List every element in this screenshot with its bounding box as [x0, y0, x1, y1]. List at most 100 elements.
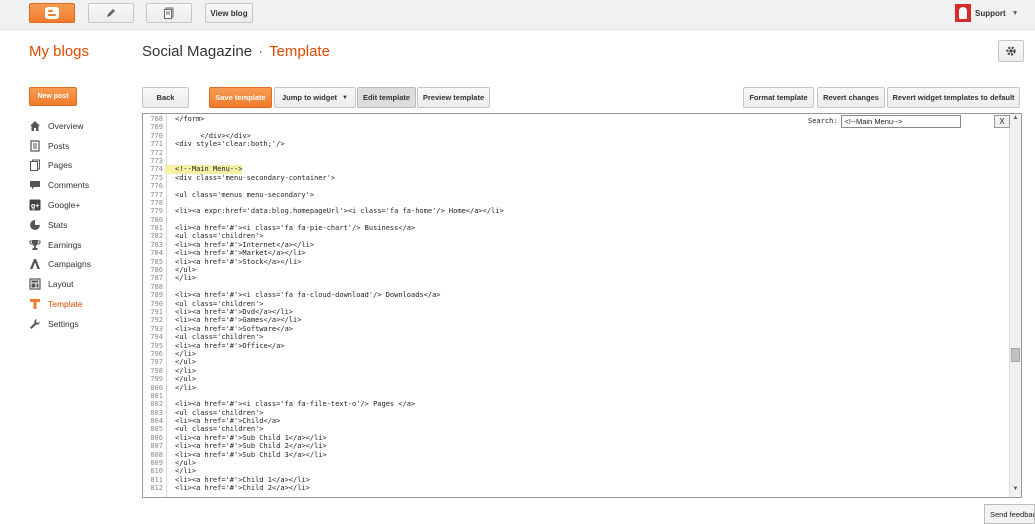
- code-line[interactable]: 789 <li><a href='#'><i class='fa fa-cloud…: [143, 291, 1009, 299]
- line-number: 783: [150, 240, 163, 249]
- account-menu[interactable]: Support ▼: [955, 4, 1019, 22]
- sidebar-item-settings[interactable]: Settings: [29, 314, 139, 334]
- line-text: </li>: [175, 349, 197, 358]
- line-text: <li><a href='#'>Market</a></li>: [175, 249, 306, 258]
- code-line[interactable]: 771 <div style='clear:both;'/>: [143, 140, 1009, 148]
- send-feedback-button[interactable]: Send feedback: [984, 504, 1035, 524]
- view-posts-quick-button[interactable]: [146, 3, 192, 23]
- code-line[interactable]: 801: [143, 392, 1009, 400]
- back-button[interactable]: Back: [142, 87, 189, 108]
- sidebar-item-earnings[interactable]: Earnings: [29, 235, 139, 255]
- search-close-button[interactable]: X: [994, 115, 1010, 128]
- sidebar-item-template[interactable]: Template: [29, 294, 139, 314]
- line-number: 774: [150, 165, 163, 174]
- scroll-up-icon[interactable]: ▲: [1010, 115, 1021, 125]
- edit-template-tab[interactable]: Edit template: [357, 87, 416, 108]
- code-line[interactable]: 798 </li>: [143, 367, 1009, 375]
- template-icon: [29, 298, 41, 310]
- revert-changes-button[interactable]: Revert changes: [817, 87, 885, 108]
- code-lines[interactable]: 768 </form> 769 770 </div></div> 771 <div sty…: [143, 115, 1009, 493]
- code-line[interactable]: 799 </ul>: [143, 375, 1009, 383]
- view-blog-button[interactable]: View blog: [205, 3, 253, 23]
- new-post-quick-button[interactable]: [88, 3, 134, 23]
- line-text: <li><a href='#'>Dvd</a></li>: [175, 307, 294, 316]
- code-line[interactable]: 778: [143, 199, 1009, 207]
- code-line[interactable]: 795 <li><a href='#'>Office</a>: [143, 342, 1009, 350]
- line-text: <li><a href='#'><i class='fa fa-file-tex…: [175, 400, 416, 409]
- code-line[interactable]: 788: [143, 283, 1009, 291]
- code-line[interactable]: 809 </ul>: [143, 459, 1009, 467]
- code-line[interactable]: 810 </li>: [143, 467, 1009, 475]
- sidebar-item-google-plus[interactable]: g+ Google+: [29, 195, 139, 215]
- sidebar-item-label: Stats: [48, 219, 68, 230]
- format-template-button[interactable]: Format template: [743, 87, 814, 108]
- settings-button[interactable]: [998, 40, 1024, 62]
- code-line[interactable]: 774 <!--Main Menu-->: [143, 165, 1009, 174]
- line-number: 809: [150, 459, 163, 468]
- code-line[interactable]: 770 </div></div>: [143, 132, 1009, 140]
- code-line[interactable]: 794 <ul class='children'>: [143, 333, 1009, 341]
- code-line[interactable]: 784 <li><a href='#'>Market</a></li>: [143, 249, 1009, 257]
- search-input[interactable]: <!--Main Menu-->: [840, 114, 961, 128]
- code-line[interactable]: 808 <li><a href='#'>Sub Child 3</a></li>: [143, 451, 1009, 459]
- code-line[interactable]: 791 <li><a href='#'>Dvd</a></li>: [143, 308, 1009, 316]
- sidebar-item-campaigns[interactable]: Campaigns: [29, 255, 139, 275]
- code-line[interactable]: 787 </li>: [143, 274, 1009, 282]
- line-text: </li>: [175, 366, 197, 375]
- line-number: 801: [150, 391, 163, 400]
- code-line[interactable]: 785 <li><a href='#'>Stock</a></li>: [143, 258, 1009, 266]
- line-number: 808: [150, 450, 163, 459]
- code-line[interactable]: 781 <li><a href='#'><i class='fa fa-pie-c…: [143, 224, 1009, 232]
- code-line[interactable]: 806 <li><a href='#'>Sub Child 1</a></li>: [143, 434, 1009, 442]
- caret-down-icon: ▼: [1011, 9, 1019, 17]
- code-line[interactable]: 790 <ul class='children'>: [143, 300, 1009, 308]
- code-line[interactable]: 780: [143, 216, 1009, 224]
- preview-template-tab[interactable]: Preview template: [417, 87, 490, 108]
- code-line[interactable]: 812 <li><a href='#'>Child 2</a></li>: [143, 484, 1009, 492]
- vertical-scrollbar[interactable]: ▲ ▼: [1009, 114, 1021, 497]
- code-line[interactable]: 783 <li><a href='#'>Internet</a></li>: [143, 241, 1009, 249]
- code-editor[interactable]: 768 </form> 769 770 </div></div> 771 <div sty…: [142, 113, 1022, 498]
- sidebar-item-stats[interactable]: Stats: [29, 215, 139, 235]
- sidebar-item-label: Template: [48, 299, 83, 310]
- line-number: 799: [150, 375, 163, 384]
- line-number: 780: [150, 215, 163, 224]
- posts-icon: [29, 140, 41, 152]
- my-blogs-link[interactable]: My blogs: [29, 43, 89, 60]
- sidebar-item-pages[interactable]: Pages: [29, 156, 139, 176]
- code-line[interactable]: 800 </li>: [143, 384, 1009, 392]
- code-line[interactable]: 792 <li><a href='#'>Games</a></li>: [143, 316, 1009, 324]
- scrollbar-thumb[interactable]: [1011, 348, 1020, 362]
- code-line[interactable]: 811 <li><a href='#'>Child 1</a></li>: [143, 476, 1009, 484]
- code-line[interactable]: 776: [143, 182, 1009, 190]
- line-text: <li><a href='#'>Internet</a></li>: [175, 240, 315, 249]
- jump-to-widget-dropdown[interactable]: Jump to widget ▼: [274, 87, 356, 108]
- code-line[interactable]: 807 <li><a href='#'>Sub Child 2</a></li>: [143, 442, 1009, 450]
- revert-widget-templates-button[interactable]: Revert widget templates to default: [887, 87, 1020, 108]
- code-line[interactable]: 805 <ul class='children'>: [143, 425, 1009, 433]
- code-line[interactable]: 796 </li>: [143, 350, 1009, 358]
- code-line[interactable]: 777 <ul class='menus menu-secondary'>: [143, 191, 1009, 199]
- blogger-logo-button[interactable]: [29, 3, 75, 23]
- code-line[interactable]: 773: [143, 157, 1009, 165]
- line-text: [165, 182, 175, 190]
- sidebar-item-layout[interactable]: Layout: [29, 274, 139, 294]
- scroll-down-icon[interactable]: ▼: [1010, 486, 1021, 496]
- line-number: 797: [150, 358, 163, 367]
- code-line[interactable]: 797 </ul>: [143, 358, 1009, 366]
- code-line[interactable]: 772: [143, 149, 1009, 157]
- save-template-button[interactable]: Save template: [209, 87, 272, 108]
- sidebar-item-posts[interactable]: Posts: [29, 136, 139, 156]
- sidebar-item-comments[interactable]: Comments: [29, 175, 139, 195]
- code-line[interactable]: 775 <div class='menu-secondary-container'…: [143, 174, 1009, 182]
- line-text: [165, 392, 175, 400]
- code-line[interactable]: 802 <li><a href='#'><i class='fa fa-file-…: [143, 400, 1009, 408]
- sidebar-item-overview[interactable]: Overview: [29, 116, 139, 136]
- code-line[interactable]: 793 <li><a href='#'>Software</a>: [143, 325, 1009, 333]
- code-line[interactable]: 786 </ul>: [143, 266, 1009, 274]
- code-line[interactable]: 782 <ul class='children'>: [143, 232, 1009, 240]
- code-line[interactable]: 804 <li><a href='#'>Child</a>: [143, 417, 1009, 425]
- layout-icon: [29, 278, 41, 290]
- code-line[interactable]: 779 <li><a expr:href='data:blog.homepageU…: [143, 207, 1009, 215]
- code-line[interactable]: 803 <ul class='children'>: [143, 409, 1009, 417]
